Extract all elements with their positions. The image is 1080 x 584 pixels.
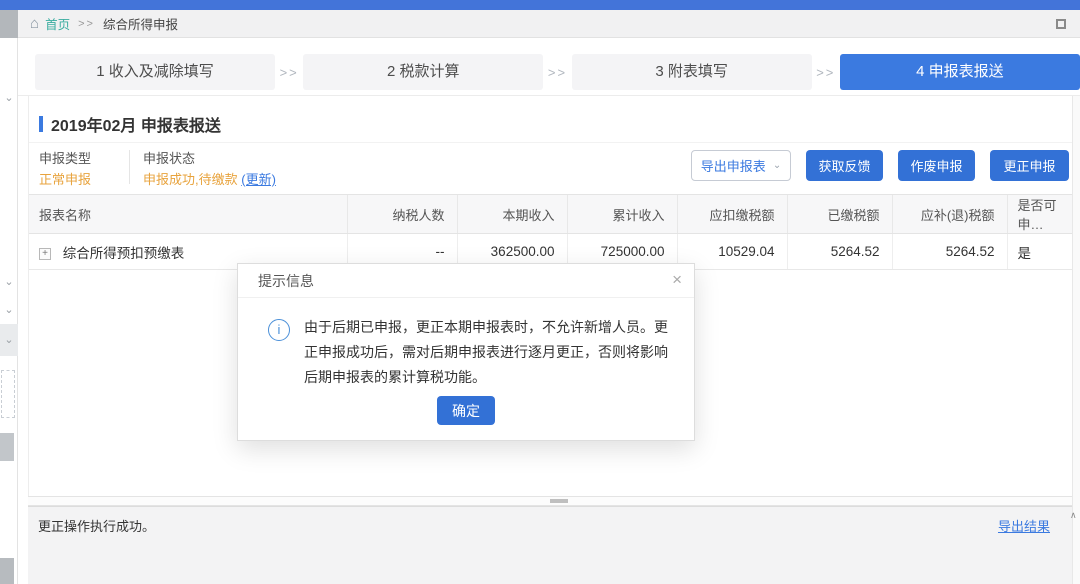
- step-separator: >>: [280, 65, 299, 80]
- breadcrumb-separator: >>: [78, 18, 95, 30]
- sidebar-collapse-chevron-icon[interactable]: ⌄: [0, 296, 18, 324]
- step-tab-schedules[interactable]: 3 附表填写: [572, 54, 812, 90]
- get-feedback-button[interactable]: 获取反馈: [806, 150, 883, 181]
- operation-status-message: 更正操作执行成功。: [38, 516, 155, 535]
- home-icon[interactable]: ⌂: [30, 16, 39, 31]
- col-taxpayer-count: 纳税人数: [347, 195, 457, 234]
- result-panel: 更正操作执行成功。 导出结果: [28, 506, 1072, 584]
- info-icon: i: [268, 319, 290, 341]
- page-title: 2019年02月 申报表报送: [51, 112, 221, 136]
- sidebar-gray-block: [0, 433, 14, 461]
- top-accent-bar: [0, 0, 1080, 10]
- status-update-link[interactable]: (更新): [241, 172, 276, 187]
- meta-separator: [129, 150, 130, 184]
- scrollbar-track[interactable]: ∧: [1072, 96, 1080, 584]
- title-divider: [29, 142, 1073, 143]
- col-declarable: 是否可申…: [1007, 195, 1073, 234]
- confirm-button[interactable]: 确定: [437, 396, 495, 425]
- splitter-grip-icon[interactable]: [550, 499, 568, 503]
- col-paid-tax: 已缴税额: [787, 195, 892, 234]
- dialog-title: 提示信息: [238, 264, 694, 298]
- splitter-bar[interactable]: [28, 496, 1072, 506]
- step-wizard: 1 收入及减除填写 >> 2 税款计算 >> 3 附表填写 >> 4 申报表报送: [35, 54, 1080, 90]
- scroll-up-icon[interactable]: ∧: [1070, 510, 1077, 521]
- sidebar-collapse-chevron-icon-active[interactable]: ⌄: [0, 324, 18, 356]
- prompt-dialog: 提示信息 × i 由于后期已申报，更正本期申报表时，不允许新增人员。更正申报成功…: [237, 263, 695, 441]
- col-withholding-tax: 应扣缴税额: [677, 195, 787, 234]
- supplement-refund-value: 5264.52: [892, 234, 1007, 270]
- report-table: 报表名称 纳税人数 本期收入 累计收入 应扣缴税额 已缴税额 应补(退)税额 是…: [29, 194, 1073, 270]
- dialog-message: 由于后期已申报，更正本期申报表时，不允许新增人员。更正申报成功后，需对后期申报表…: [304, 315, 670, 390]
- export-result-link[interactable]: 导出结果: [998, 516, 1050, 535]
- sidebar-corner-block: [0, 10, 18, 38]
- sidebar-gray-block: [0, 558, 14, 584]
- export-button-label: 导出申报表: [701, 156, 766, 175]
- step-tab-income[interactable]: 1 收入及减除填写: [35, 54, 275, 90]
- breadcrumb-bar: ⌂ 首页 >> 综合所得申报: [0, 10, 1080, 38]
- col-current-income: 本期收入: [457, 195, 567, 234]
- step-tab-submit[interactable]: 4 申报表报送: [840, 54, 1080, 90]
- step-separator: >>: [816, 65, 835, 80]
- title-accent-bar: [39, 116, 43, 132]
- correct-declaration-button[interactable]: 更正申报: [990, 150, 1069, 181]
- void-declaration-button[interactable]: 作废申报: [898, 150, 975, 181]
- step-separator: >>: [548, 65, 567, 80]
- col-cumulative-income: 累计收入: [567, 195, 677, 234]
- declare-status-value: 申报成功,待缴款 (更新): [143, 169, 276, 188]
- dropdown-arrow-icon: ⌄: [773, 160, 781, 171]
- table-header-row: 报表名称 纳税人数 本期收入 累计收入 应扣缴税额 已缴税额 应补(退)税额 是…: [29, 195, 1073, 234]
- sidebar-dashed-placeholder: [1, 370, 15, 418]
- breadcrumb-home-link[interactable]: 首页: [45, 14, 70, 33]
- declare-status-label: 申报状态: [143, 148, 195, 167]
- declare-type-label: 申报类型: [39, 148, 91, 167]
- maximize-icon[interactable]: [1056, 19, 1066, 29]
- declarable-value: 是: [1007, 234, 1073, 270]
- row-expand-icon[interactable]: +: [39, 248, 51, 260]
- col-supplement-refund: 应补(退)税额: [892, 195, 1007, 234]
- col-report-name: 报表名称: [29, 195, 347, 234]
- collapsed-sidebar: ⌄ ⌄ ⌄ ⌄: [0, 38, 18, 584]
- close-icon[interactable]: ×: [672, 270, 682, 290]
- declare-type-value: 正常申报: [39, 169, 91, 188]
- report-name: 综合所得预扣预缴表: [63, 246, 185, 261]
- export-declaration-button[interactable]: 导出申报表 ⌄: [691, 150, 791, 181]
- sidebar-collapse-chevron-icon[interactable]: ⌄: [0, 84, 18, 112]
- sidebar-collapse-chevron-icon[interactable]: ⌄: [0, 268, 18, 296]
- breadcrumb-current: 综合所得申报: [103, 14, 178, 33]
- step-tab-tax-calc[interactable]: 2 税款计算: [303, 54, 543, 90]
- declare-status-text: 申报成功,待缴款: [143, 172, 238, 187]
- paid-tax-value: 5264.52: [787, 234, 892, 270]
